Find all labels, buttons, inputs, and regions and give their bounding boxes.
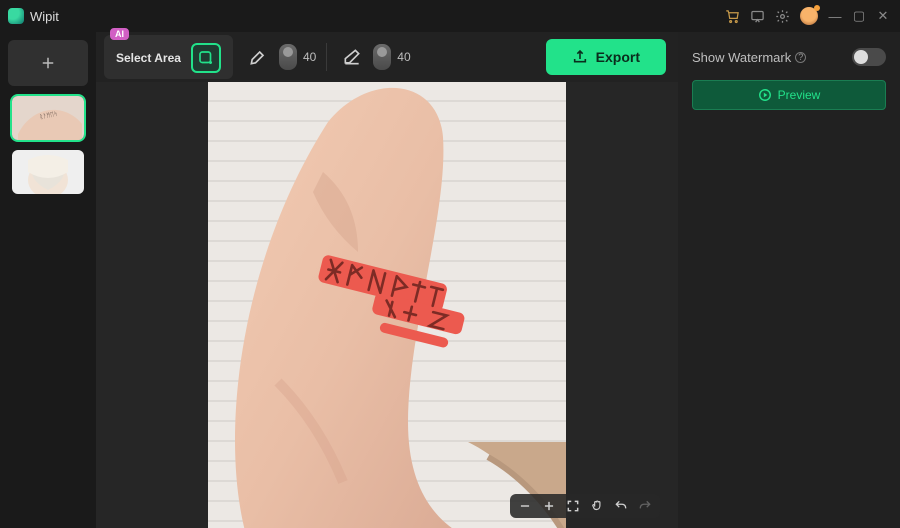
editor-area: AI Select Area 40 40: [96, 32, 678, 528]
brush-tool-button[interactable]: [243, 42, 273, 72]
export-button[interactable]: Export: [546, 39, 666, 75]
chat-icon[interactable]: [750, 9, 765, 24]
minimize-button[interactable]: —: [828, 9, 842, 24]
canvas-wrap: [96, 82, 678, 528]
brush-size-knob[interactable]: [279, 44, 297, 70]
select-area-label: Select Area: [116, 51, 181, 65]
cart-icon[interactable]: [725, 9, 740, 24]
marquee-tool-button[interactable]: [191, 43, 221, 73]
preview-label: Preview: [778, 88, 821, 102]
eraser-tool-button[interactable]: [337, 42, 367, 72]
export-label: Export: [596, 49, 640, 65]
pan-button[interactable]: [590, 499, 604, 513]
zoom-in-button[interactable]: [542, 499, 556, 513]
sidebar: ᚱᚨᛗᛖᛋ: [0, 32, 96, 528]
info-icon[interactable]: ?: [795, 52, 806, 63]
separator: [326, 43, 327, 71]
show-watermark-label: Show Watermark: [692, 50, 791, 65]
add-image-button[interactable]: [8, 40, 88, 86]
brush-size-value: 40: [303, 50, 316, 64]
thumbnail-1[interactable]: ᚱᚨᛗᛖᛋ: [12, 96, 84, 140]
ai-badge: AI: [110, 28, 129, 40]
fit-screen-button[interactable]: [566, 499, 580, 513]
gear-icon[interactable]: [775, 9, 790, 24]
app-logo: [8, 8, 24, 24]
show-watermark-toggle[interactable]: [852, 48, 886, 66]
maximize-button[interactable]: ▢: [852, 8, 866, 24]
thumbnail-2[interactable]: [12, 150, 84, 194]
zoom-out-button[interactable]: [518, 499, 532, 513]
toolbar: AI Select Area 40 40: [96, 32, 678, 82]
brush-group: 40: [243, 42, 316, 72]
redo-button[interactable]: [638, 499, 652, 513]
titlebar: Wipit — ▢ ✕: [0, 0, 900, 32]
close-button[interactable]: ✕: [876, 8, 890, 24]
canvas-controls: [510, 494, 660, 518]
avatar[interactable]: [800, 7, 818, 25]
eraser-group: 40: [337, 42, 410, 72]
right-panel: Show Watermark ? Preview: [678, 32, 900, 528]
select-area-chip: AI Select Area: [104, 35, 233, 79]
eraser-size-value: 40: [397, 50, 410, 64]
canvas[interactable]: [208, 82, 566, 528]
eraser-size-knob[interactable]: [373, 44, 391, 70]
app-title: Wipit: [30, 9, 59, 24]
preview-button[interactable]: Preview: [692, 80, 886, 110]
undo-button[interactable]: [614, 499, 628, 513]
